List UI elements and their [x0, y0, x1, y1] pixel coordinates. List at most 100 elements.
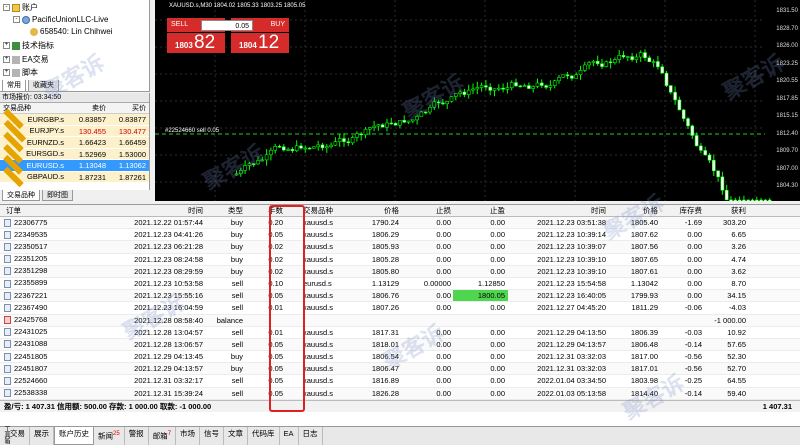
candle-body	[677, 99, 682, 111]
candle-body	[660, 66, 665, 74]
table-row[interactable]: 22451807 2021.12.29 04:13:57 buy 0.05 xauusd…	[0, 363, 800, 376]
tab-terminal-11[interactable]: 日志	[299, 427, 323, 445]
tree-item-accounts[interactable]: - 账户	[3, 2, 38, 13]
table-row[interactable]: 22351205 2021.12.23 08:24:58 buy 0.02 xauusd…	[0, 254, 800, 266]
symbol-name: EURUSD.s	[26, 160, 64, 170]
table-cell: sell	[231, 376, 243, 386]
tab-terminal-8[interactable]: 文章	[224, 427, 249, 445]
table-cell: 2021.12.23 06:21:28	[134, 242, 203, 252]
candle-body	[548, 85, 553, 88]
collapse-icon[interactable]: -	[3, 4, 10, 11]
table-cell: xauusd.s	[303, 266, 334, 276]
tab-terminal-3[interactable]: 新闻25	[94, 427, 125, 445]
table-row[interactable]: 22367490 2021.12.23 16:04:59 sell 0.01 xauus…	[0, 302, 800, 315]
column-header[interactable]: 获利	[704, 205, 750, 216]
candle-body	[557, 77, 561, 82]
tree-item-server[interactable]: - PacificUnionLLC-Live	[13, 14, 108, 25]
market-watch-row[interactable]: EURSGD.s 1.52969 1.53000	[0, 143, 149, 164]
tab-terminal-9[interactable]: 代码库	[248, 427, 280, 445]
tab-terminal-7[interactable]: 信号	[200, 427, 225, 445]
table-cell: 2021.12.23 10:39:14	[537, 230, 606, 240]
symbol-name: EURNZD.s	[26, 137, 64, 147]
tab-label: 交易	[10, 429, 25, 438]
table-row[interactable]: 22367221 2021.12.23 15:55:16 sell 0.05 xauus…	[0, 290, 800, 303]
tab-tick-chart[interactable]: 即时图	[42, 190, 73, 201]
market-watch-row[interactable]: EURGBP.s 0.83857 0.83877	[0, 108, 149, 130]
table-row[interactable]: 22431025 2021.12.28 13:04:57 sell 0.01 xauus…	[0, 327, 800, 339]
market-watch-row[interactable]: EURJPY.s 130.455 130.477	[0, 119, 149, 142]
table-row[interactable]: 22538338 2021.12.31 15:39:24 sell 0.05 xauus…	[0, 387, 800, 400]
lot-size-input[interactable]: 0.05	[201, 20, 253, 31]
table-cell: 0.00	[436, 376, 451, 386]
tree-item-scripts[interactable]: + 脚本	[3, 67, 38, 78]
column-bid[interactable]: 卖价	[64, 103, 106, 113]
sell-price-button[interactable]: 1803 82	[167, 32, 225, 53]
table-cell: xauusd.s	[303, 376, 334, 386]
table-row[interactable]: 22524660 2021.12.31 03:32:17 sell 0.05 xauus…	[0, 375, 800, 388]
table-cell	[285, 315, 353, 326]
table-cell: buy	[230, 352, 243, 362]
tab-terminal-10[interactable]: EA	[280, 427, 299, 445]
candle-body	[441, 102, 445, 105]
table-cell: 34.15	[727, 291, 746, 301]
tree-item-user[interactable]: 658540: Lin Chihwei	[30, 26, 113, 37]
order-cell: 22451805	[0, 351, 100, 362]
order-cell: 22351298	[0, 266, 100, 277]
market-watch-row[interactable]: GBPAUD.s 1.87231 1.87261	[0, 166, 149, 188]
candle-body	[269, 149, 273, 156]
tree-item-label: 脚本	[22, 68, 38, 77]
order-id: 22451805	[14, 351, 48, 361]
candle-body	[419, 111, 424, 117]
candle-body	[539, 82, 544, 86]
tab-terminal-4[interactable]: 警报	[125, 427, 149, 445]
candle-body	[651, 61, 656, 63]
table-row[interactable]: 224257682021.12.28 08:58:40balanceWithdr…	[0, 314, 800, 327]
table-row[interactable]: 22349535 2021.12.23 04:41:26 buy 0.05 xauusd…	[0, 229, 800, 242]
tab-common[interactable]: 常用	[2, 80, 26, 92]
tab-symbols[interactable]: 交易品种	[2, 190, 40, 201]
expand-icon[interactable]: +	[3, 42, 10, 49]
tab-label: 日志	[302, 429, 318, 438]
tab-terminal-2[interactable]: 账户历史	[54, 427, 94, 445]
table-row[interactable]: 22355899 2021.12.23 10:53:58 sell 0.10 eurus…	[0, 278, 800, 291]
table-cell: 0.05	[268, 230, 283, 240]
tree-item-label: EA交易	[22, 55, 49, 64]
candle-body	[355, 133, 359, 138]
balance-icon	[4, 316, 11, 325]
candle-body	[402, 120, 406, 123]
column-header[interactable]: 订单	[0, 205, 100, 216]
buy-price-button[interactable]: 1804 12	[231, 32, 289, 53]
tree-item-ea[interactable]: + EA交易	[3, 54, 49, 65]
tree-item-indicators[interactable]: + 技术指标	[3, 40, 54, 51]
expand-icon[interactable]: +	[3, 56, 10, 63]
collapse-icon[interactable]: -	[13, 16, 20, 23]
column-header[interactable]: 类型	[205, 205, 245, 216]
column-header[interactable]: 止损	[401, 205, 453, 216]
column-header[interactable]: 手数	[245, 205, 285, 216]
table-row[interactable]: 22431088 2021.12.28 13:06:57 sell 0.05 xauus…	[0, 338, 800, 352]
column-header[interactable]: 价格	[608, 205, 660, 216]
column-header[interactable]: 时间	[100, 205, 205, 216]
candle-body	[346, 141, 351, 144]
tab-terminal-1[interactable]: 展示	[30, 427, 54, 445]
table-row[interactable]: 22350517 2021.12.23 06:21:28 buy 0.02 xauusd…	[0, 241, 800, 254]
table-row[interactable]: 22306775 2021.12.22 01:57:44 buy 0.20 xauusd…	[0, 217, 800, 230]
tab-terminal-5[interactable]: 邮箱7	[149, 427, 177, 445]
column-ask[interactable]: 买价	[106, 103, 146, 113]
candle-body	[638, 52, 643, 58]
table-row[interactable]: 22451805 2021.12.29 04:13:45 buy 0.05 xauusd…	[0, 351, 800, 364]
order-id: 22355899	[14, 278, 48, 288]
expand-icon[interactable]: +	[3, 69, 10, 76]
tab-favorites[interactable]: 收藏夹	[28, 80, 59, 92]
column-header[interactable]: 时间	[508, 205, 608, 216]
table-row[interactable]: 22351298 2021.12.23 08:29:59 buy 0.02 xauusd…	[0, 265, 800, 278]
column-header[interactable]: 库存费	[660, 205, 704, 216]
candle-body	[724, 189, 729, 201]
column-header[interactable]: 交易品种	[285, 205, 353, 216]
candle-body	[290, 149, 295, 152]
market-watch-row[interactable]: EURUSD.s 1.13048 1.13062	[0, 155, 149, 176]
table-cell: eurusd.s	[303, 278, 332, 288]
column-header[interactable]: 止盈	[453, 205, 508, 216]
tab-terminal-6[interactable]: 市场	[176, 427, 201, 445]
column-header[interactable]: 价格	[353, 205, 401, 216]
